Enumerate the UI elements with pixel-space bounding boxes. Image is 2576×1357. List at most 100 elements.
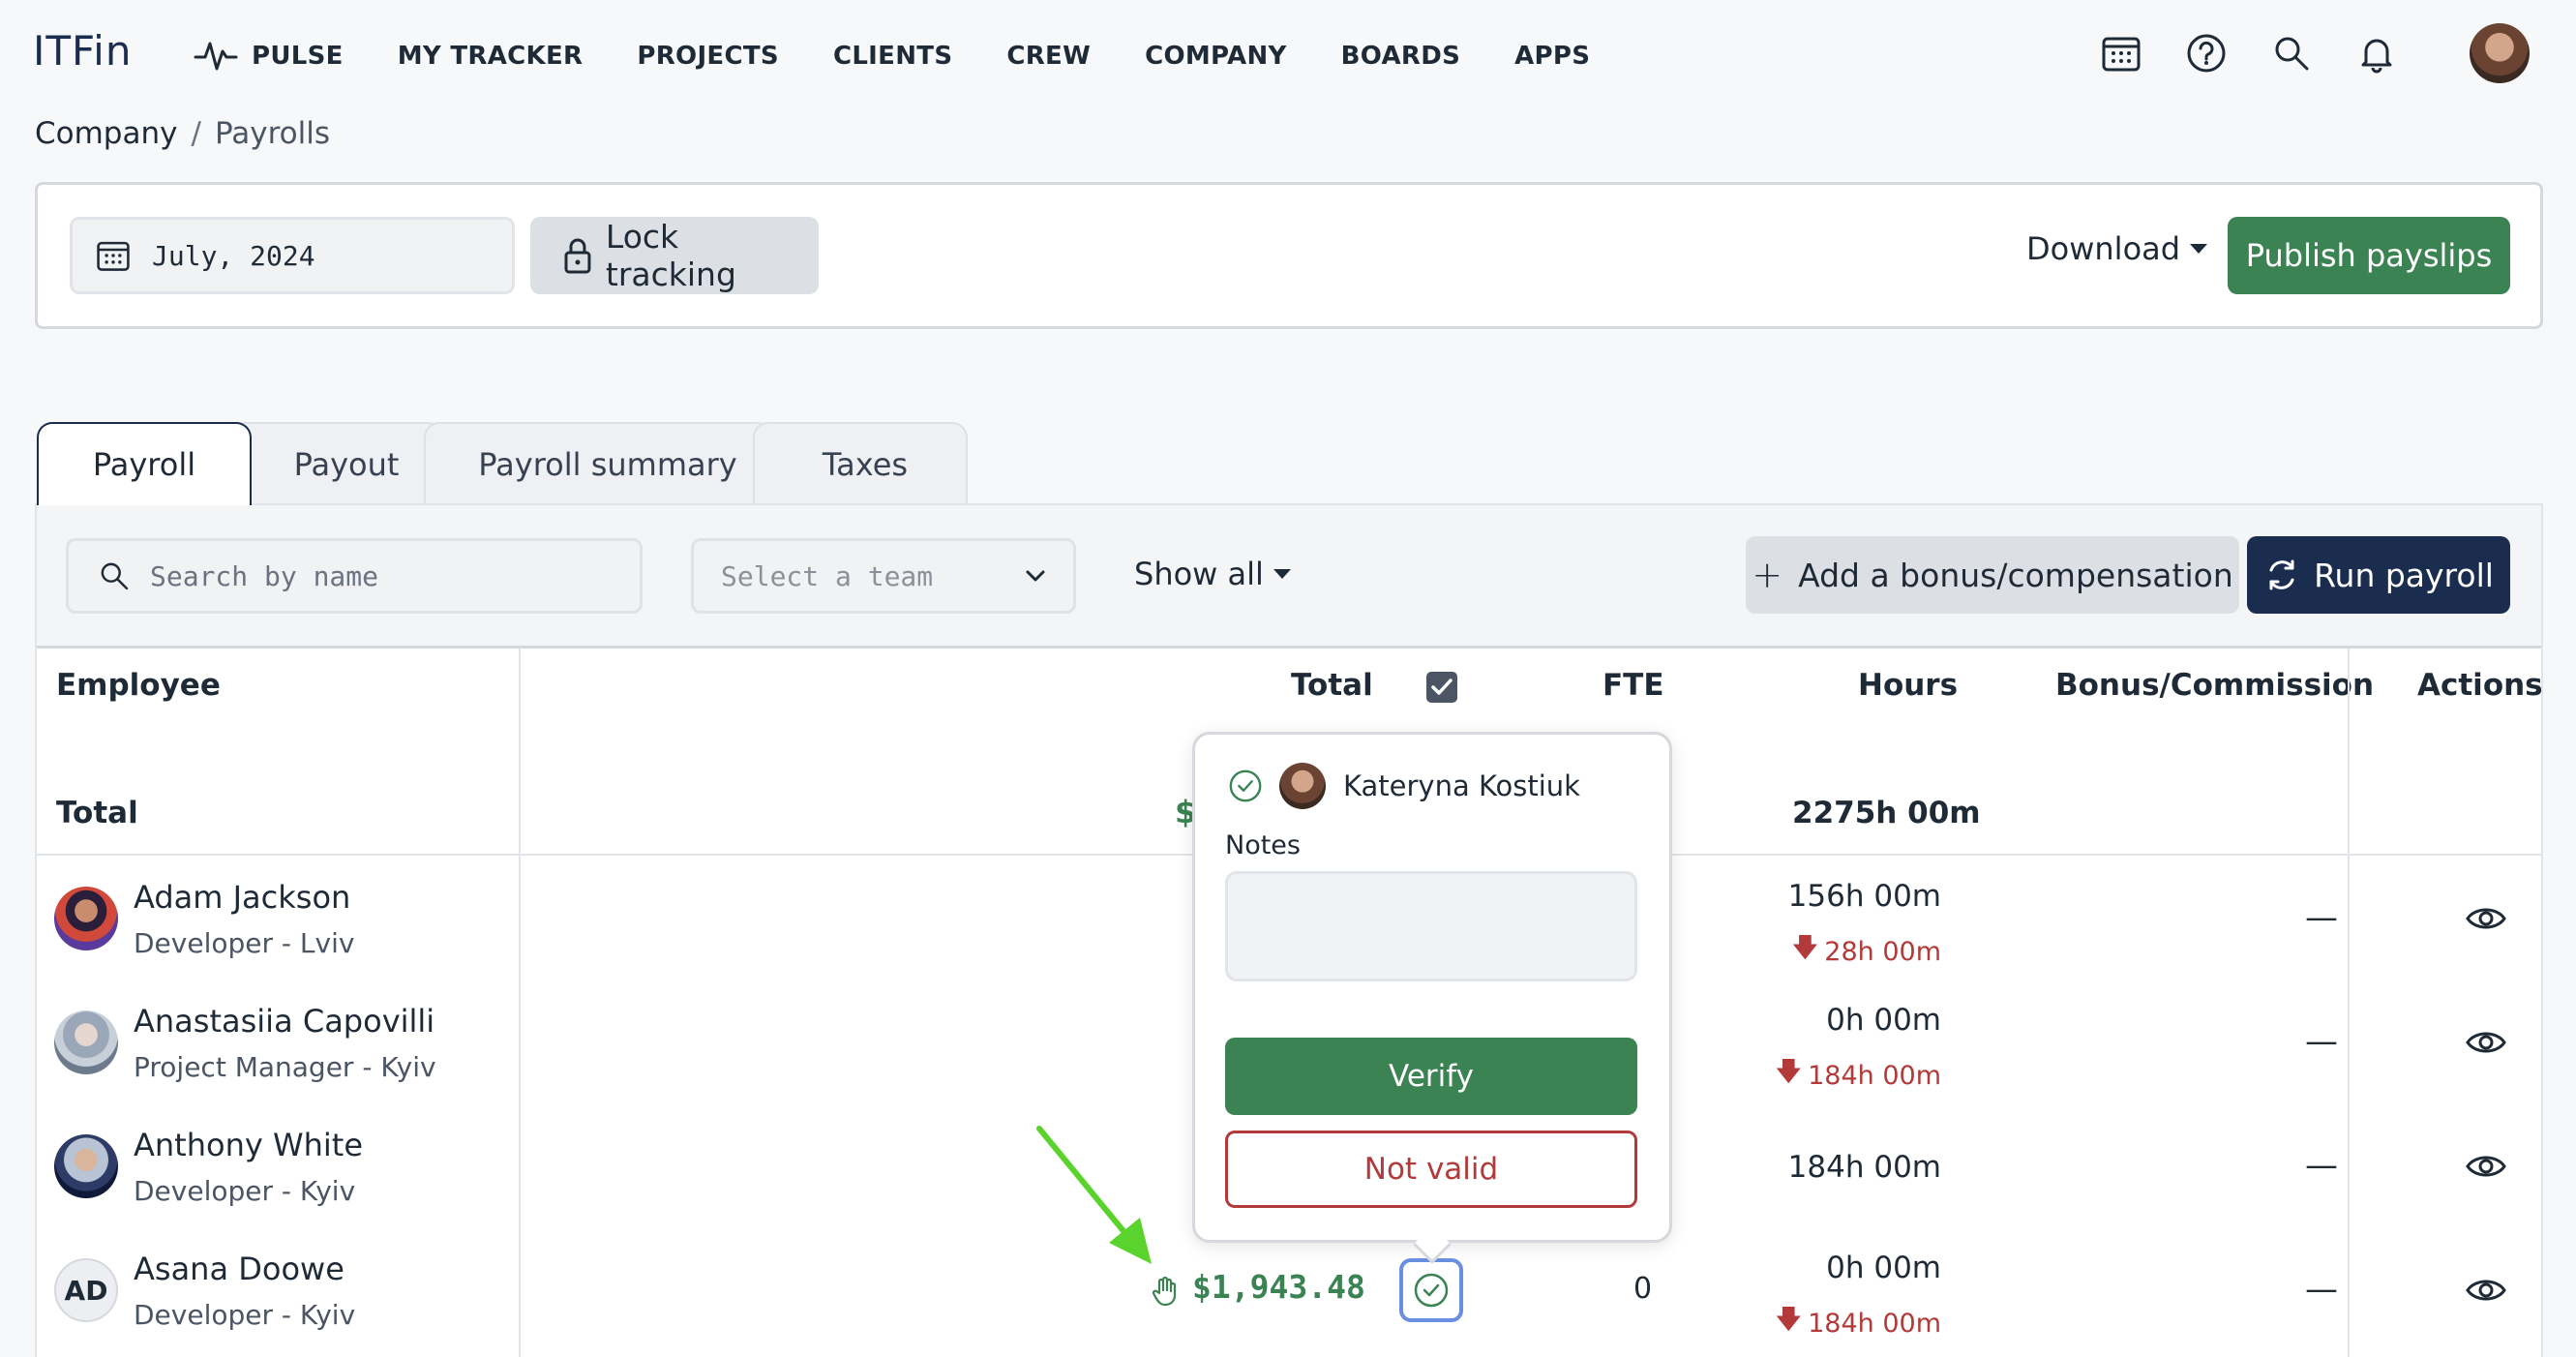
top-icon-bar xyxy=(2098,27,2439,79)
bell-icon[interactable] xyxy=(2353,27,2400,79)
nav-company[interactable]: COMPANY xyxy=(1145,42,1287,71)
header-employee[interactable]: Employee xyxy=(56,668,221,703)
employee-name[interactable]: Anastasiia Capovilli xyxy=(134,1003,434,1040)
tab-payroll-summary[interactable]: Payroll summary xyxy=(424,422,772,505)
nav-my-tracker[interactable]: MY TRACKER xyxy=(398,42,584,71)
pulse-icon xyxy=(194,42,238,71)
month-picker-value: July, 2024 xyxy=(152,239,315,272)
header-hours[interactable]: Hours xyxy=(1858,668,1958,703)
hours-diff: 🡇 184h 00m xyxy=(1748,1301,1941,1345)
hours-diff-value: 28h 00m xyxy=(1824,936,1941,967)
employee-name[interactable]: Adam Jackson xyxy=(134,879,350,916)
avatar[interactable] xyxy=(54,1134,118,1198)
month-picker[interactable]: July, 2024 xyxy=(70,217,515,294)
tab-payroll-summary-label: Payroll summary xyxy=(478,446,737,483)
breadcrumb-company[interactable]: Company xyxy=(35,116,177,151)
caret-down-icon xyxy=(1273,569,1291,579)
avatar xyxy=(1279,763,1326,809)
header-actions: Actions xyxy=(2417,668,2543,703)
employee-name[interactable]: Asana Doowe xyxy=(134,1251,344,1287)
arrow-down-icon: 🡇 xyxy=(1791,933,1819,963)
bonus-value: — xyxy=(2305,1022,2338,1061)
avatar[interactable] xyxy=(54,1010,118,1074)
bonus-value: — xyxy=(2305,1146,2338,1185)
eye-icon[interactable] xyxy=(2466,1276,2506,1305)
app-logo[interactable]: ITFin xyxy=(33,27,132,75)
nav-pulse-label: PULSE xyxy=(252,42,344,71)
notes-label: Notes xyxy=(1225,830,1301,860)
nav-projects[interactable]: PROJECTS xyxy=(637,42,779,71)
hours-value: 0h 00m xyxy=(1826,1003,1941,1038)
tab-taxes[interactable]: Taxes xyxy=(753,422,968,505)
fte-value: 0 xyxy=(1633,1272,1653,1306)
run-payroll-button[interactable]: Run payroll xyxy=(2247,536,2510,614)
download-label: Download xyxy=(2026,230,2181,267)
publish-payslips-button[interactable]: Publish payslips xyxy=(2228,217,2510,294)
popover-user-name: Kateryna Kostiuk xyxy=(1343,769,1580,802)
eye-icon[interactable] xyxy=(2466,1028,2506,1057)
verify-status-button[interactable] xyxy=(1399,1258,1463,1322)
breadcrumb-separator: / xyxy=(191,116,201,151)
add-bonus-label: Add a bonus/compensation xyxy=(1798,556,2233,594)
show-all-dropdown[interactable]: Show all xyxy=(1134,556,1291,592)
search-placeholder: Search by name xyxy=(150,559,379,592)
checkmark-icon xyxy=(1431,678,1453,695)
main-nav: PULSE MY TRACKER PROJECTS CLIENTS CREW C… xyxy=(194,29,1644,83)
hours-value: 184h 00m xyxy=(1787,1150,1941,1185)
employee-role: Developer - Kyiv xyxy=(134,1175,356,1207)
employee-name[interactable]: Anthony White xyxy=(134,1127,363,1163)
calendar-icon[interactable] xyxy=(2098,27,2144,79)
hours-diff: 🡇 28h 00m xyxy=(1748,929,1941,974)
header-fte[interactable]: FTE xyxy=(1603,668,1664,703)
avatar[interactable] xyxy=(54,887,118,950)
show-all-label: Show all xyxy=(1134,556,1264,592)
popover-user: Kateryna Kostiuk xyxy=(1227,763,1580,809)
nav-crew[interactable]: CREW xyxy=(1006,42,1091,71)
chevron-down-icon xyxy=(1026,570,1045,582)
tab-payroll-label: Payroll xyxy=(92,446,196,483)
download-dropdown[interactable]: Download xyxy=(2026,230,2208,267)
hours-diff-value: 184h 00m xyxy=(1808,1060,1941,1091)
employee-role: Project Manager - Kyiv xyxy=(134,1051,436,1083)
select-all-checkbox[interactable] xyxy=(1426,672,1457,703)
employee-role: Developer - Kyiv xyxy=(134,1299,356,1331)
add-bonus-button[interactable]: + Add a bonus/compensation xyxy=(1746,536,2239,614)
not-valid-button[interactable]: Not valid xyxy=(1225,1131,1637,1208)
column-divider xyxy=(519,648,521,1357)
nav-boards[interactable]: BOARDS xyxy=(1341,42,1460,71)
lock-icon xyxy=(564,238,591,274)
search-icon[interactable] xyxy=(2268,27,2315,79)
tab-payroll[interactable]: Payroll xyxy=(37,422,252,505)
avatar[interactable]: AD xyxy=(54,1258,118,1322)
help-icon[interactable] xyxy=(2183,27,2230,79)
notes-textarea[interactable] xyxy=(1225,871,1637,981)
caret-down-icon xyxy=(2190,244,2208,254)
header-total[interactable]: Total xyxy=(1291,668,1373,703)
hours-diff-value: 184h 00m xyxy=(1808,1308,1941,1339)
hand-icon xyxy=(1152,1276,1179,1307)
breadcrumb: Company / Payrolls xyxy=(35,116,330,151)
breadcrumb-payrolls: Payrolls xyxy=(214,116,330,151)
tab-payout-bg[interactable]: Payout xyxy=(230,422,443,505)
tab-taxes-label: Taxes xyxy=(822,446,909,483)
hours-value: 0h 00m xyxy=(1826,1251,1941,1285)
nav-apps[interactable]: APPS xyxy=(1514,42,1590,71)
user-avatar[interactable] xyxy=(2470,23,2530,83)
eye-icon[interactable] xyxy=(2466,1152,2506,1181)
plus-icon: + xyxy=(1752,554,1783,596)
eye-icon[interactable] xyxy=(2466,904,2506,933)
lock-tracking-label: Lock tracking xyxy=(605,218,736,293)
nav-clients[interactable]: CLIENTS xyxy=(833,42,952,71)
hours-value: 156h 00m xyxy=(1787,879,1941,914)
nav-pulse[interactable]: PULSE xyxy=(194,40,344,73)
run-payroll-label: Run payroll xyxy=(2314,556,2494,594)
header-bonus[interactable]: Bonus/Commission xyxy=(2055,668,2374,703)
search-input[interactable]: Search by name xyxy=(66,538,643,614)
team-select[interactable]: Select a team xyxy=(691,538,1076,614)
hours-diff: 🡇 184h 00m xyxy=(1748,1053,1941,1098)
total-amount: $1,943.48 xyxy=(1192,1268,1365,1306)
lock-tracking-button[interactable]: Lock tracking xyxy=(530,217,819,294)
bonus-value: — xyxy=(2305,1270,2338,1309)
total-row-label: Total xyxy=(56,796,138,830)
verify-button[interactable]: Verify xyxy=(1225,1038,1637,1115)
